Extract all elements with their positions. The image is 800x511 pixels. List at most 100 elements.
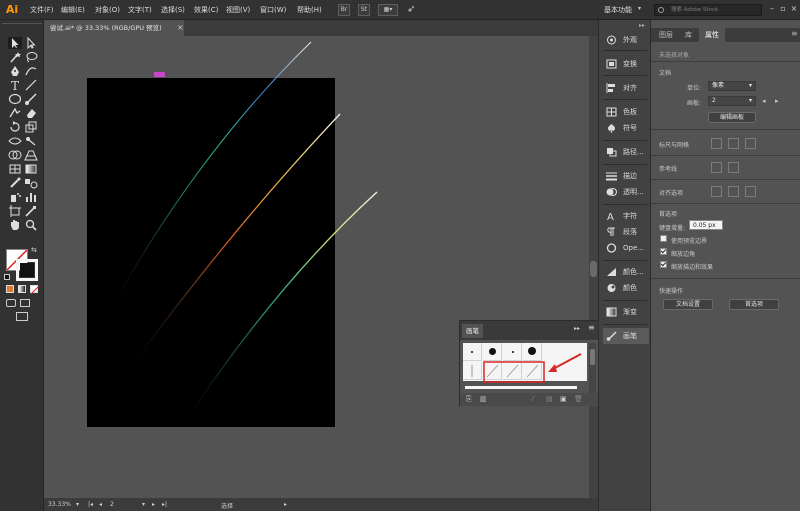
prev-artboard-arrow-icon[interactable]: ◂ [762, 97, 766, 105]
slice-tool-icon[interactable] [24, 205, 38, 217]
menu-help[interactable]: 帮助(H) [297, 5, 322, 15]
keyboard-increment-input[interactable]: 0.05 px [689, 220, 723, 230]
toolbar-grip[interactable] [2, 23, 42, 26]
artboard-chevron-icon[interactable]: ▾ [142, 501, 145, 508]
collapse-dock-icon[interactable]: ▸▸ [639, 22, 645, 29]
dock-gradient[interactable]: 渐变 [603, 304, 649, 320]
color-mode-icon[interactable] [6, 285, 14, 293]
shape-builder-tool-icon[interactable] [8, 149, 22, 161]
remove-brush-stroke-icon[interactable]: ⁄ [532, 395, 533, 403]
dock-symbols[interactable]: 符号 [603, 120, 649, 136]
hand-tool-icon[interactable] [8, 219, 22, 231]
stock-button[interactable]: St [358, 4, 370, 16]
dock-color[interactable]: 颜色 [603, 280, 649, 296]
scale-strokes-checkbox[interactable] [660, 261, 667, 268]
paintbrush-tool-icon[interactable] [24, 93, 38, 105]
document-setup-button[interactable]: 文档设置 [663, 299, 713, 310]
grid-icon[interactable] [728, 138, 739, 149]
drawing-behind-icon[interactable] [20, 299, 30, 307]
menu-select[interactable]: 选择(S) [161, 5, 185, 15]
close-window-icon[interactable]: × [789, 4, 799, 14]
column-graph-tool-icon[interactable] [24, 191, 38, 203]
draw-mode-icon[interactable] [6, 299, 16, 307]
ruler-icon[interactable] [711, 138, 722, 149]
snap-to-point-icon[interactable] [711, 186, 722, 197]
scale-tool-icon[interactable] [24, 121, 38, 133]
transparency-grid-icon[interactable] [745, 138, 756, 149]
dock-stroke[interactable]: 描边 [603, 168, 649, 184]
dock-brush[interactable]: 画笔 [603, 328, 649, 344]
document-tab[interactable]: 尝试.ai* @ 33.33% (RGB/GPU 预览) [44, 20, 184, 36]
menu-object[interactable]: 对象(O) [95, 5, 120, 15]
workspace-switcher[interactable]: 基本功能 [604, 5, 632, 15]
screen-mode-icon[interactable] [16, 312, 28, 321]
next-artboard-arrow-icon[interactable]: ▸ [775, 97, 779, 105]
dock-swatches[interactable]: 色板 [603, 104, 649, 120]
edit-artboards-button[interactable]: 编辑画板 [708, 112, 756, 123]
puppet-warp-tool-icon[interactable] [24, 135, 38, 147]
guides-icon[interactable] [711, 162, 722, 173]
dock-align[interactable]: 对齐 [603, 80, 649, 96]
units-select[interactable]: 像素 ▾ [708, 81, 756, 91]
direct-selection-tool-icon[interactable] [24, 37, 38, 49]
menu-view[interactable]: 视图(V) [226, 5, 250, 15]
width-tool-icon[interactable] [8, 135, 22, 147]
first-artboard-icon[interactable]: |◂ [88, 501, 93, 508]
selection-tool-icon[interactable] [8, 37, 22, 49]
canvas-vertical-scrollbar[interactable] [589, 36, 598, 498]
new-brush-icon[interactable]: ▣ [560, 395, 567, 403]
line-tool-icon[interactable] [24, 79, 38, 91]
preview-bounds-checkbox[interactable] [660, 235, 667, 242]
type-tool-icon[interactable]: T [8, 79, 22, 91]
libraries-panel-icon[interactable]: ▥ [480, 395, 487, 403]
none-mode-icon[interactable] [30, 285, 39, 294]
symbol-sprayer-tool-icon[interactable] [8, 191, 22, 203]
smart-guides-icon[interactable] [728, 162, 739, 173]
menu-effect[interactable]: 效果(C) [194, 5, 218, 15]
magic-wand-tool-icon[interactable] [8, 51, 22, 63]
default-colors-icon[interactable] [4, 274, 10, 280]
close-tab-icon[interactable]: × [177, 23, 184, 32]
dock-pathfinder[interactable]: 路径... [603, 144, 649, 160]
dock-transparency[interactable]: 透明... [603, 184, 649, 200]
brush-libraries-icon[interactable]: ⎘ [466, 395, 472, 404]
artboard-select[interactable]: 2 ▾ [708, 96, 756, 106]
gradient-tool-icon[interactable] [24, 163, 38, 175]
perspective-grid-tool-icon[interactable] [24, 149, 38, 161]
status-menu-icon[interactable]: ▸ [284, 501, 287, 508]
ellipse-tool-icon[interactable] [8, 93, 22, 105]
next-artboard-icon[interactable]: ▸ [152, 501, 155, 508]
blend-tool-icon[interactable] [24, 177, 38, 189]
menu-file[interactable]: 文件(F) [30, 5, 54, 15]
dock-color-guide[interactable]: 颜色... [603, 264, 649, 280]
menu-type[interactable]: 文字(T) [128, 5, 152, 15]
shaper-tool-icon[interactable] [8, 107, 22, 119]
scrollbar-thumb[interactable] [590, 349, 595, 365]
zoom-chevron-icon[interactable]: ▾ [76, 501, 79, 508]
stroke-swatch[interactable] [15, 258, 39, 282]
brush-options-icon[interactable]: ▤ [546, 395, 553, 403]
prev-artboard-icon[interactable]: ◂ [99, 501, 102, 508]
menu-window[interactable]: 窗口(W) [260, 5, 286, 15]
canvas-area[interactable] [44, 36, 598, 498]
maximize-icon[interactable]: ▫ [778, 4, 788, 14]
curvature-tool-icon[interactable] [24, 65, 38, 77]
menu-edit[interactable]: 编辑(E) [61, 5, 85, 15]
gradient-mode-icon[interactable] [18, 285, 26, 293]
panel-menu-icon[interactable]: ≡ [791, 29, 798, 38]
dock-opentype[interactable]: Ope... [603, 240, 649, 256]
dock-character[interactable]: A 字符 [603, 208, 649, 224]
dock-transform[interactable]: 变换 [603, 56, 649, 72]
tab-layers[interactable]: 图层 [653, 28, 679, 42]
artboard-number[interactable]: 2 [110, 501, 114, 508]
stock-search-input[interactable]: 搜索 Adobe Stock [654, 4, 762, 16]
tab-libraries[interactable]: 库 [679, 28, 698, 42]
rotate-tool-icon[interactable] [8, 121, 22, 133]
dock-paragraph[interactable]: 段落 [603, 224, 649, 240]
scrollbar-thumb[interactable] [590, 261, 597, 277]
minimize-icon[interactable]: – [767, 4, 777, 14]
artboard-tool-icon[interactable] [8, 205, 22, 217]
lasso-tool-icon[interactable] [24, 51, 38, 63]
last-artboard-icon[interactable]: ▸| [162, 501, 167, 508]
swap-fill-stroke-icon[interactable]: ⇆ [31, 246, 37, 254]
